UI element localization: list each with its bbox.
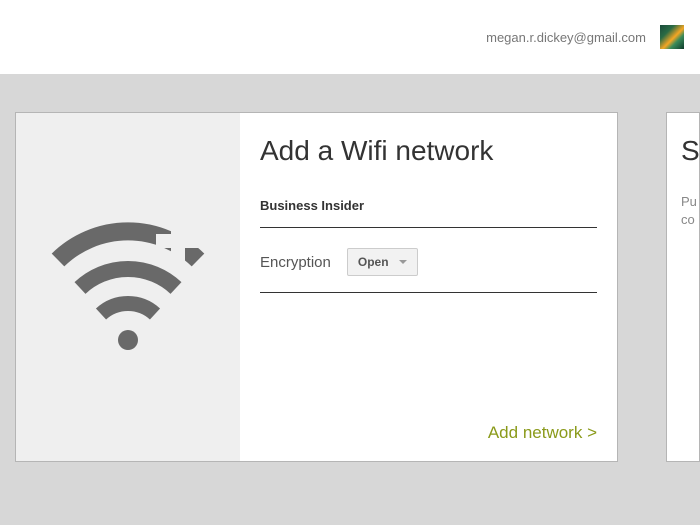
ssid-field[interactable]: Business Insider bbox=[260, 197, 597, 228]
avatar[interactable] bbox=[660, 25, 684, 49]
account-email[interactable]: megan.r.dickey@gmail.com bbox=[486, 30, 646, 45]
header-bar: megan.r.dickey@gmail.com bbox=[0, 0, 700, 74]
card-icon-panel bbox=[16, 113, 240, 461]
encryption-field: Encryption Open bbox=[260, 248, 597, 293]
content-area: Add a Wifi network Business Insider Encr… bbox=[0, 74, 700, 525]
wifi-add-card: Add a Wifi network Business Insider Encr… bbox=[15, 112, 618, 462]
add-network-button[interactable]: Add network > bbox=[488, 423, 597, 443]
encryption-label: Encryption bbox=[260, 254, 331, 271]
side-card-title: S bbox=[681, 135, 699, 167]
ssid-value: Business Insider bbox=[260, 198, 364, 213]
card-title: Add a Wifi network bbox=[260, 135, 597, 167]
side-card-body-line2: co bbox=[681, 211, 699, 229]
side-card-body-line1: Pu bbox=[681, 193, 699, 211]
chevron-down-icon bbox=[399, 260, 407, 264]
encryption-selected-value: Open bbox=[358, 255, 389, 269]
card-form-panel: Add a Wifi network Business Insider Encr… bbox=[240, 113, 617, 461]
side-card: S Pu co bbox=[666, 112, 700, 462]
side-card-body: Pu co bbox=[681, 193, 699, 229]
wifi-plus-icon bbox=[48, 212, 208, 362]
encryption-select[interactable]: Open bbox=[347, 248, 418, 276]
